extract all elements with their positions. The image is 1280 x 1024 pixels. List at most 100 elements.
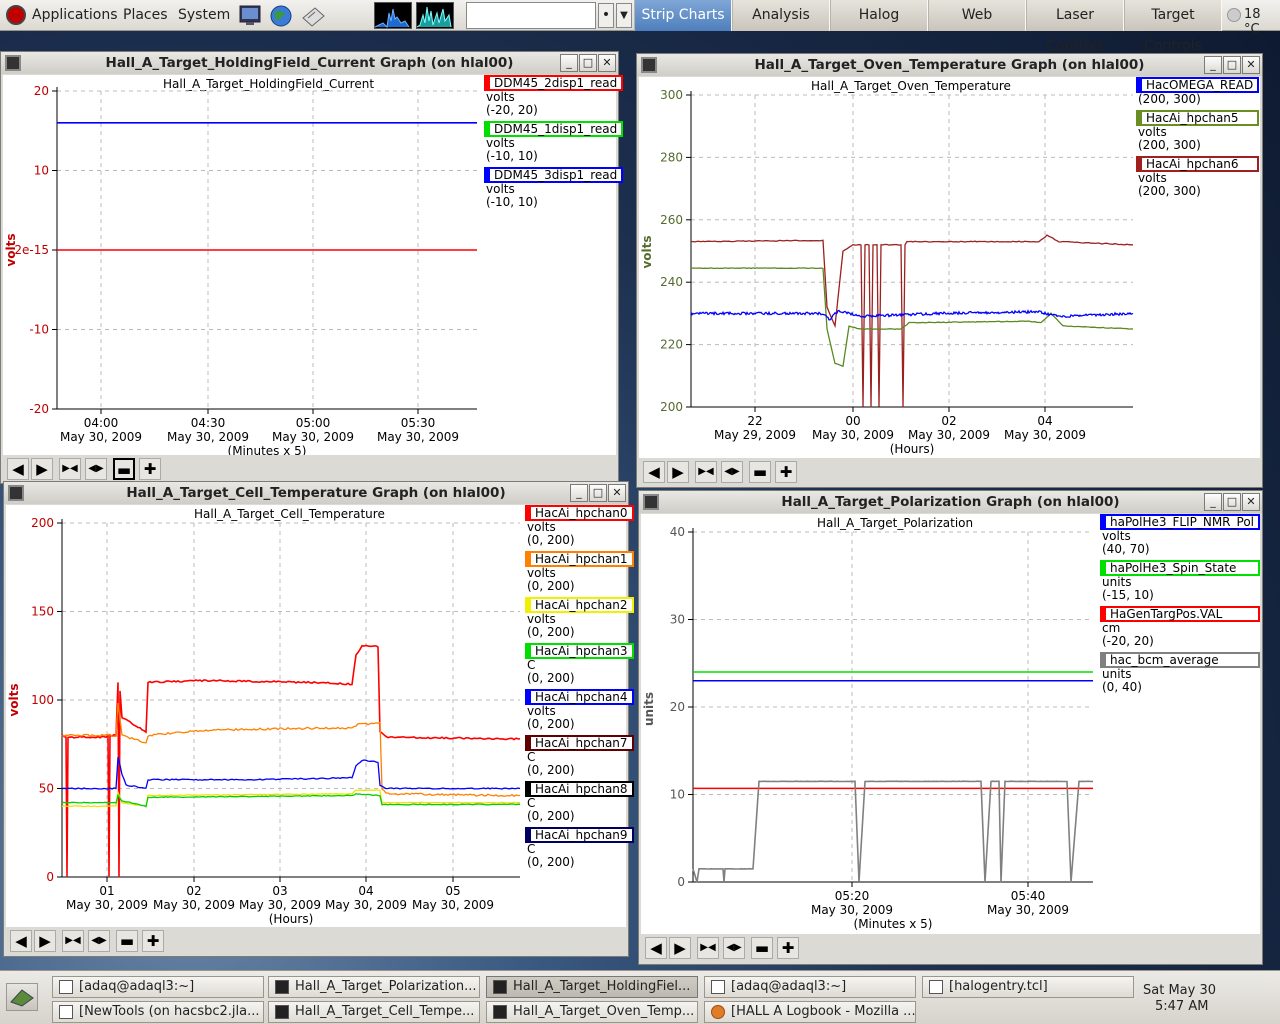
weather-temperature[interactable]: 18 °C (1244, 7, 1280, 37)
pointer-mode-button[interactable]: ▬ (116, 930, 138, 952)
show-desktop-icon[interactable] (6, 983, 38, 1011)
legend-item[interactable]: HacAi_hpchan9 C (0, 200) (525, 827, 634, 869)
legend-item[interactable]: haPolHe3_FLIP_NMR_Pol volts (40, 70) (1100, 514, 1260, 556)
legend-item[interactable]: hac_bcm_average units (0, 40) (1100, 652, 1260, 694)
window-menu-icon[interactable] (641, 57, 657, 73)
minimize-button[interactable]: _ (570, 484, 588, 502)
legend-item[interactable]: HacAi_hpchan8 C (0, 200) (525, 781, 634, 823)
add-item-button[interactable]: ✚ (142, 930, 164, 952)
zoom-out-x-button[interactable]: ◀▶ (723, 937, 745, 959)
analysis-tab[interactable]: Analysis (732, 0, 830, 31)
legend-item[interactable]: HacAi_hpchan3 C (0, 200) (525, 643, 634, 685)
globe-icon[interactable] (268, 4, 294, 28)
minimize-button[interactable]: _ (1204, 493, 1222, 511)
legend-item[interactable]: HacAi_hpchan2 volts (0, 200) (525, 597, 634, 639)
legend-item[interactable]: DDM45_2disp1_read volts (-20, 20) (484, 75, 623, 117)
zoom-in-x-button[interactable]: ▶◀ (59, 458, 81, 480)
legend-series-name[interactable]: DDM45_3disp1_read (484, 167, 623, 183)
scroll-left-button[interactable]: ◀ (645, 937, 667, 959)
legend-series-name[interactable]: HacAi_hpchan9 (525, 827, 634, 843)
add-item-button[interactable]: ✚ (139, 458, 161, 480)
zoom-out-x-button[interactable]: ◀▶ (85, 458, 107, 480)
taskbar-button[interactable]: [adaq@adaql3:~] (704, 976, 916, 998)
legend-series-name[interactable]: HacAi_hpchan7 (525, 735, 634, 751)
taskbar-button[interactable]: Hall_A_Target_Polarization... (268, 976, 480, 998)
close-button[interactable]: ✕ (1242, 493, 1260, 511)
pointer-mode-button[interactable]: ▬ (751, 937, 773, 959)
close-button[interactable]: ✕ (608, 484, 626, 502)
scroll-right-button[interactable]: ▶ (667, 461, 689, 483)
minimize-button[interactable]: _ (560, 54, 578, 72)
legend-item[interactable]: DDM45_3disp1_read volts (-10, 10) (484, 167, 623, 209)
system-menu[interactable]: System (178, 7, 230, 23)
maximize-button[interactable]: □ (1223, 56, 1241, 74)
legend-item[interactable]: HacAi_hpchan6 volts (200, 300) (1136, 156, 1259, 198)
maximize-button[interactable]: □ (589, 484, 607, 502)
legend-item[interactable]: DDM45_1disp1_read volts (-10, 10) (484, 121, 623, 163)
legend-series-name[interactable]: HacAi_hpchan3 (525, 643, 634, 659)
add-item-button[interactable]: ✚ (777, 937, 799, 959)
applications-menu[interactable]: Applications (32, 7, 118, 23)
scroll-right-button[interactable]: ▶ (31, 458, 53, 480)
legend-series-name[interactable]: HacAi_hpchan2 (525, 597, 634, 613)
legend-series-name[interactable]: DDM45_1disp1_read (484, 121, 623, 137)
legend-series-name[interactable]: HacOMEGA_READ (1136, 77, 1259, 93)
legend-series-name[interactable]: DDM45_2disp1_read (484, 75, 623, 91)
taskbar-button[interactable]: Hall_A_Target_Oven_Temp... (486, 1001, 698, 1023)
scroll-left-button[interactable]: ◀ (10, 930, 32, 952)
zoom-out-x-button[interactable]: ◀▶ (721, 461, 743, 483)
taskbar-button[interactable]: [HALL A Logbook - Mozilla ... (704, 1001, 916, 1023)
zoom-out-x-button[interactable]: ◀▶ (88, 930, 110, 952)
legend-series-name[interactable]: HacAi_hpchan0 (525, 505, 634, 521)
legend-series-name[interactable]: HacAi_hpchan4 (525, 689, 634, 705)
legend-item[interactable]: haPolHe3_Spin_State units (-15, 10) (1100, 560, 1260, 602)
legend-item[interactable]: HacAi_hpchan7 C (0, 200) (525, 735, 634, 777)
window-menu-icon[interactable] (643, 494, 659, 510)
window-titlebar[interactable]: Hall_A_Target_Cell_Temperature Graph (on… (4, 482, 628, 504)
pointer-mode-button[interactable]: ▬ (749, 461, 771, 483)
legend-item[interactable]: HacAi_hpchan4 volts (0, 200) (525, 689, 634, 731)
window-titlebar[interactable]: Hall_A_Target_Oven_Temperature Graph (on… (637, 54, 1262, 76)
target-controls-tab[interactable]: Target Controls (1124, 0, 1222, 31)
add-item-button[interactable]: ✚ (775, 461, 797, 483)
legend-item[interactable]: HacAi_hpchan5 volts (200, 300) (1136, 110, 1259, 152)
legend-series-name[interactable]: HacAi_hpchan6 (1136, 156, 1259, 172)
window-menu-icon[interactable] (5, 55, 21, 71)
redhat-icon[interactable] (6, 5, 26, 25)
zoom-in-x-button[interactable]: ▶◀ (62, 930, 84, 952)
legend-series-name[interactable]: HacAi_hpchan8 (525, 781, 634, 797)
halog-tab[interactable]: Halog (830, 0, 928, 31)
scroll-left-button[interactable]: ◀ (643, 461, 665, 483)
taskbar-button[interactable]: Hall_A_Target_Cell_Tempe... (268, 1001, 480, 1023)
window-titlebar[interactable]: Hall_A_Target_HoldingField_Current Graph… (1, 52, 618, 74)
search-input[interactable] (466, 2, 596, 29)
scroll-left-button[interactable]: ◀ (7, 458, 29, 480)
search-options-button[interactable]: • (598, 3, 614, 28)
legend-series-name[interactable]: haPolHe3_Spin_State (1100, 560, 1260, 576)
places-menu[interactable]: Places (123, 7, 168, 23)
strip-charts-tab[interactable]: Strip Charts (634, 0, 732, 31)
laser-controls-tab[interactable]: Laser Controls (1026, 0, 1124, 31)
search-dropdown-button[interactable]: ▼ (616, 3, 632, 28)
maximize-button[interactable]: □ (579, 54, 597, 72)
monitor-icon[interactable] (238, 4, 264, 28)
legend-series-name[interactable]: hac_bcm_average (1100, 652, 1260, 668)
minimize-button[interactable]: _ (1204, 56, 1222, 74)
scroll-right-button[interactable]: ▶ (669, 937, 691, 959)
legend-series-name[interactable]: HacAi_hpchan1 (525, 551, 634, 567)
taskbar-button[interactable]: [NewTools (on hacsbc2.jla... (52, 1001, 264, 1023)
legend-item[interactable]: HacAi_hpchan0 volts (0, 200) (525, 505, 634, 547)
close-button[interactable]: ✕ (1242, 56, 1260, 74)
legend-item[interactable]: HacAi_hpchan1 volts (0, 200) (525, 551, 634, 593)
legend-item[interactable]: HacOMEGA_READ (200, 300) (1136, 77, 1259, 106)
legend-series-name[interactable]: HacAi_hpchan5 (1136, 110, 1259, 126)
taskbar-button[interactable]: Hall_A_Target_HoldingFiel... (486, 976, 698, 998)
clock[interactable]: Sat May 30 5:47 AM (1143, 983, 1216, 1015)
pointer-mode-button[interactable]: ▬ (113, 458, 135, 480)
taskbar-button[interactable]: [halogentry.tcl] (922, 976, 1134, 998)
zoom-in-x-button[interactable]: ▶◀ (695, 461, 717, 483)
taskbar-button[interactable]: [adaq@adaql3:~] (52, 976, 264, 998)
web-tab[interactable]: Web (928, 0, 1026, 31)
legend-series-name[interactable]: HaGenTargPos.VAL (1100, 606, 1260, 622)
maximize-button[interactable]: □ (1223, 493, 1241, 511)
